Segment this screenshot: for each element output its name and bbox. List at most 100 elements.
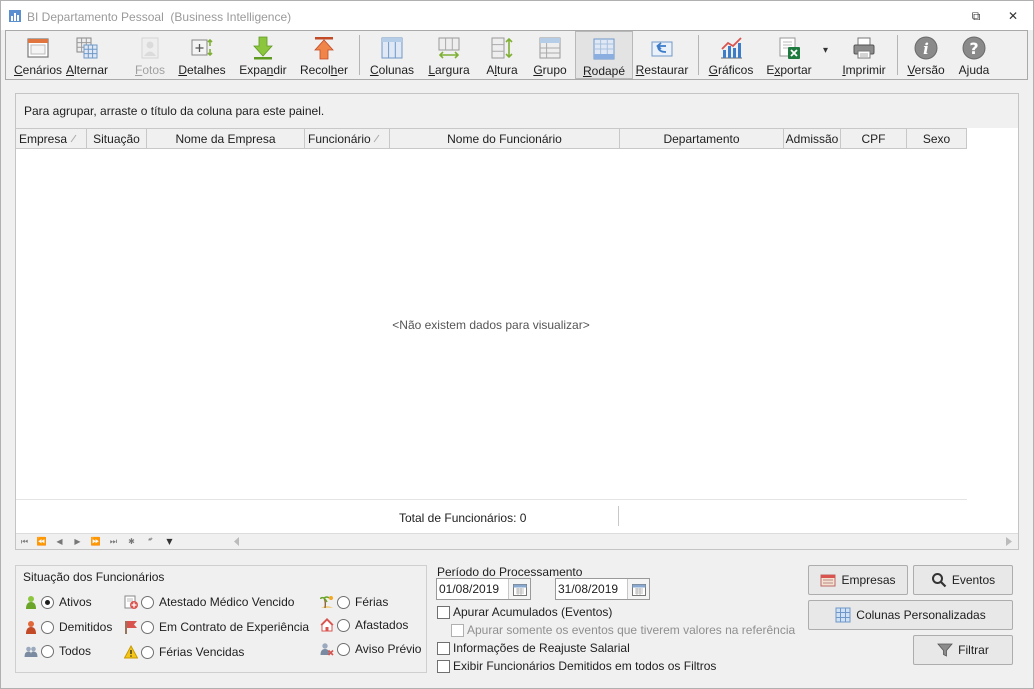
start-date-calendar-button[interactable] [508, 579, 530, 599]
column-header-empresa[interactable]: Empresa [16, 129, 87, 148]
toolbar-separator [897, 35, 898, 75]
radio-button[interactable] [337, 595, 350, 609]
toolbar-button-exportar[interactable]: Exportar [760, 31, 818, 79]
end-date-value: 31/08/2019 [558, 582, 619, 596]
toolbar-button-label: Grupo [533, 63, 567, 77]
toolbar-button-imprimir[interactable]: Imprimir [835, 31, 893, 79]
employee-status-group: Situação dos Funcionários Ativos Demitido… [15, 565, 427, 673]
toolbar-button-label: Rodapé [582, 64, 626, 78]
toolbar-button-alternar[interactable]: Alternar [58, 31, 116, 79]
status-option-ferias[interactable]: Férias [320, 593, 388, 611]
toolbar-button-largura[interactable]: Largura [420, 31, 478, 79]
column-header-admissao[interactable]: Admissão [784, 129, 841, 148]
column-header-departamento[interactable]: Departamento [620, 129, 784, 148]
nav-insert-icon[interactable]: ✱ [124, 535, 139, 548]
house-icon [320, 618, 334, 632]
radio-button[interactable] [41, 620, 54, 634]
person-green-icon [26, 596, 36, 609]
colunas-button-label: Colunas Personalizadas [856, 608, 986, 622]
nav-append-icon[interactable]: *⃰ [142, 535, 157, 548]
nav-prev-page-icon[interactable]: ⏪ [34, 535, 49, 548]
radio-button[interactable] [337, 618, 350, 632]
nav-prev-icon[interactable]: ◀ [52, 535, 67, 548]
toolbar-button-restaurar[interactable]: Restaurar [633, 31, 691, 79]
toolbar-button-graficos[interactable]: Gráficos [702, 31, 760, 79]
radio-button[interactable] [141, 620, 154, 634]
status-option-em-contrato-de-experiencia[interactable]: Em Contrato de Experiência [124, 618, 309, 636]
column-header-label: Nome do Funcionário [447, 131, 562, 146]
toolbar-button-label: Exportar [766, 63, 812, 77]
start-date-field[interactable]: 01/08/2019 [436, 578, 531, 600]
status-option-demitidos[interactable]: Demitidos [24, 618, 112, 636]
column-header-label: Funcionário [308, 131, 371, 146]
exibir-demitidos-checkbox[interactable]: Exibir Funcionários Demitidos em todos o… [437, 659, 716, 673]
radio-button[interactable] [141, 595, 154, 609]
status-option-todos[interactable]: Todos [24, 642, 91, 660]
filter-icon [937, 643, 954, 657]
checkbox-box[interactable] [451, 623, 464, 637]
calendar-icon [631, 583, 646, 596]
radio-button[interactable] [337, 642, 350, 656]
restore-window-button[interactable]: ⧉ [967, 7, 985, 25]
status-option-ferias-vencidas[interactable]: Férias Vencidas [124, 643, 244, 661]
toolbar-button-grupo[interactable]: Grupo [521, 31, 579, 79]
group-by-panel[interactable]: Para agrupar, arraste o título da coluna… [16, 94, 1018, 128]
scroll-left-icon[interactable] [234, 537, 240, 546]
toolbar-button-recolher[interactable]: Recolher [295, 31, 353, 79]
end-date-calendar-button[interactable] [627, 579, 649, 599]
employee-status-title: Situação dos Funcionários [23, 570, 165, 584]
status-option-label: Férias [355, 595, 389, 609]
eventos-button[interactable]: Eventos [913, 565, 1013, 595]
checkbox-label: Apurar Acumulados (Eventos) [453, 605, 613, 619]
checkbox-box[interactable] [437, 659, 450, 673]
nav-next-page-icon[interactable]: ⏩ [88, 535, 103, 548]
medical-certificate-icon [124, 595, 138, 609]
chart-icon [721, 37, 742, 59]
scroll-right-icon[interactable] [1006, 537, 1012, 546]
status-option-afastados[interactable]: Afastados [320, 616, 408, 634]
apurar-acumulados-checkbox[interactable]: Apurar Acumulados (Eventos) [437, 605, 612, 619]
toolbar-button-label: Fotos [134, 63, 166, 77]
restore-icon: ⧉ [971, 8, 981, 23]
column-header-cpf[interactable]: CPF [841, 129, 907, 148]
toolbar-button-detalhes[interactable]: Detalhes [173, 31, 231, 79]
checkbox-box[interactable] [437, 605, 450, 619]
toolbar-button-fotos[interactable]: Fotos [121, 31, 179, 79]
status-option-aviso-previo[interactable]: Aviso Prévio [320, 640, 421, 658]
toolbar-button-ajuda[interactable]: ? Ajuda [945, 31, 1003, 79]
export-dropdown-icon[interactable]: ▾ [823, 45, 828, 56]
reajuste-salarial-checkbox[interactable]: Informações de Reajuste Salarial [437, 641, 630, 655]
status-option-atestado-medico-vencido[interactable]: Atestado Médico Vencido [124, 593, 294, 611]
empresas-button[interactable]: Empresas [808, 565, 908, 595]
apurar-somente-checkbox[interactable]: Apurar somente os eventos que tiverem va… [451, 623, 795, 637]
nav-next-icon[interactable]: ▶ [70, 535, 85, 548]
column-header-sexo[interactable]: Sexo [907, 129, 967, 148]
column-header-nome-funcionario[interactable]: Nome do Funcionário [390, 129, 620, 148]
toolbar-button-label: Versão [907, 63, 945, 77]
scenarios-icon [27, 38, 49, 58]
colunas-personalizadas-button[interactable]: Colunas Personalizadas [808, 600, 1013, 630]
sort-indicator-icon [373, 134, 380, 143]
nav-last-icon[interactable]: ⏭ [106, 535, 121, 548]
close-window-button[interactable]: ✕ [1004, 7, 1022, 25]
toolbar-button-rodape[interactable]: Rodapé [575, 31, 633, 79]
toolbar-button-expandir[interactable]: Expandir [234, 31, 292, 79]
status-option-ativos[interactable]: Ativos [24, 593, 92, 611]
radio-button[interactable] [41, 595, 54, 609]
search-icon [931, 573, 947, 588]
toolbar-button-colunas[interactable]: Colunas [363, 31, 421, 79]
column-header-situacao[interactable]: Situação [87, 129, 147, 148]
nav-first-icon[interactable]: ⏮ [17, 535, 32, 548]
column-header-label: Sexo [922, 131, 951, 146]
end-date-field[interactable]: 31/08/2019 [555, 578, 650, 600]
help-icon: ? [962, 36, 986, 60]
status-option-label: Afastados [355, 618, 409, 632]
column-header-nome-empresa[interactable]: Nome da Empresa [147, 129, 305, 148]
nav-filter-icon[interactable]: ▼ [162, 535, 177, 548]
checkbox-box[interactable] [437, 641, 450, 655]
radio-button[interactable] [41, 644, 54, 658]
radio-button[interactable] [141, 645, 154, 659]
filtrar-button[interactable]: Filtrar [913, 635, 1013, 665]
column-header-funcionario[interactable]: Funcionário [305, 129, 390, 148]
window-title: BI Departamento Pessoal (Business Intell… [27, 10, 292, 24]
